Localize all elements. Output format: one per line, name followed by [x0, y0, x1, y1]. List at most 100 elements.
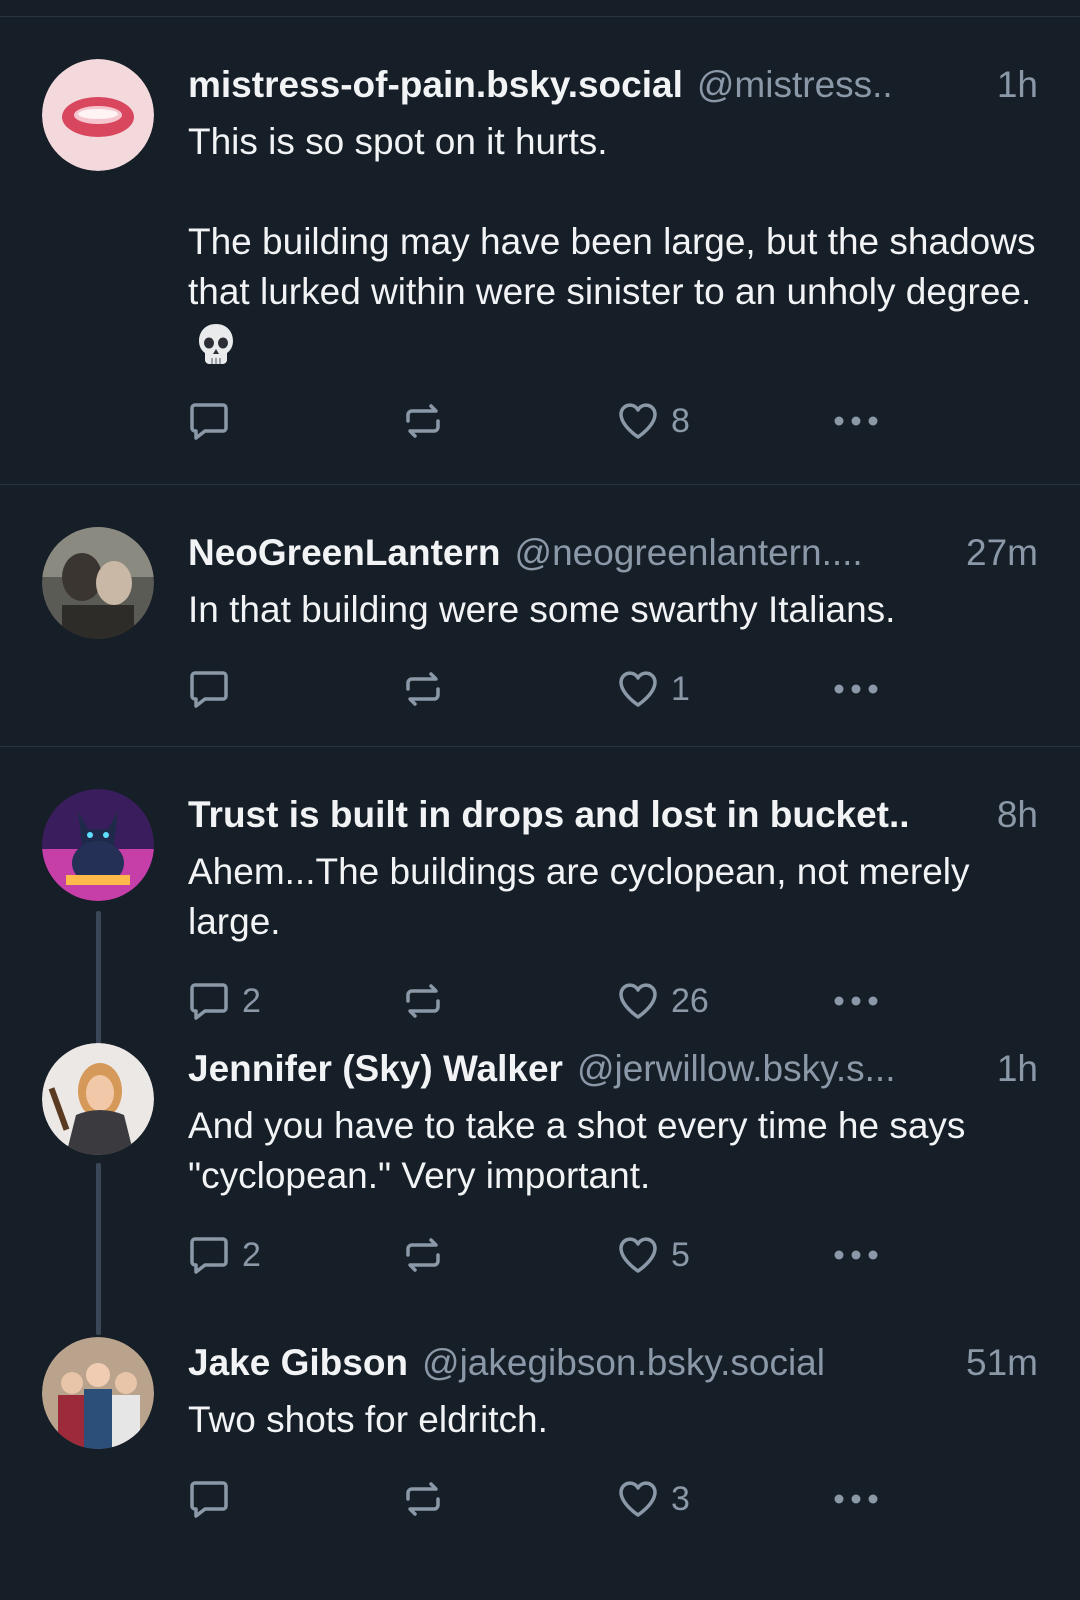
avatar-column [42, 527, 154, 746]
author-handle[interactable]: @jerwillow.bsky.s... [577, 1045, 896, 1093]
avatar-column [42, 59, 154, 484]
post-time[interactable]: 51m [956, 1339, 1038, 1387]
author-name[interactable]: Jennifer (Sky) Walker [188, 1045, 563, 1093]
heart-icon [619, 1481, 657, 1517]
reply-button[interactable] [188, 401, 402, 441]
post-actions: 2 26 [188, 971, 1038, 1031]
more-options-button[interactable] [833, 995, 893, 1007]
post[interactable]: Jake Gibson @jakegibson.bsky.social 51m … [0, 1333, 1080, 1583]
repost-icon [406, 1482, 440, 1516]
heart-icon [619, 671, 657, 707]
more-icon [834, 996, 878, 1006]
avatar[interactable] [42, 1337, 154, 1449]
post[interactable]: Trust is built in drops and lost in buck… [0, 747, 1080, 1081]
like-button[interactable]: 26 [617, 981, 833, 1021]
like-count: 1 [671, 669, 690, 708]
post-text-body: This is so spot on it hurts. The buildin… [188, 121, 1036, 312]
like-count: 5 [671, 1235, 690, 1274]
heart-icon [619, 983, 657, 1019]
repost-button[interactable] [402, 1235, 617, 1275]
reply-button[interactable]: 2 [188, 981, 402, 1021]
post-text: Two shots for eldritch. [188, 1399, 548, 1440]
post-actions: 8 [188, 391, 1038, 451]
avatar-column [42, 1043, 154, 1335]
more-options-button[interactable] [833, 1493, 893, 1505]
post-header: NeoGreenLantern @neogreenlantern.... 27m [188, 529, 1038, 577]
reply-button[interactable] [188, 669, 402, 709]
repost-button[interactable] [402, 401, 617, 441]
author-handle[interactable]: @jakegibson.bsky.social [422, 1339, 825, 1387]
author-name[interactable]: Jake Gibson [188, 1339, 408, 1387]
more-icon [834, 1250, 878, 1260]
author-name[interactable]: NeoGreenLantern [188, 529, 501, 577]
post-content: Jake Gibson @jakegibson.bsky.social 51m … [154, 1337, 1038, 1583]
post-header: Trust is built in drops and lost in buck… [188, 791, 1038, 839]
more-icon [834, 1494, 878, 1504]
avatar[interactable] [42, 789, 154, 901]
skull-emoji-icon [199, 324, 233, 365]
avatar-column [42, 789, 154, 1081]
heart-icon [619, 1237, 657, 1273]
repost-icon [406, 672, 440, 706]
top-divider [0, 0, 1080, 17]
like-count: 8 [671, 401, 690, 440]
post-header: Jake Gibson @jakegibson.bsky.social 51m [188, 1339, 1038, 1387]
heart-icon [619, 403, 657, 439]
reply-icon [190, 983, 228, 1020]
post-header: mistress-of-pain.bsky.social @mistress..… [188, 61, 1038, 109]
author-handle[interactable]: @neogreenlantern.... [515, 529, 863, 577]
post-content: mistress-of-pain.bsky.social @mistress..… [154, 59, 1038, 484]
post[interactable]: Jennifer (Sky) Walker @jerwillow.bsky.s.… [0, 1039, 1080, 1335]
post-header: Jennifer (Sky) Walker @jerwillow.bsky.s.… [188, 1045, 1038, 1093]
avatar-column [42, 1337, 154, 1583]
thread-line [96, 1163, 101, 1335]
author-name[interactable]: Trust is built in drops and lost in buck… [188, 791, 910, 839]
post-content: Trust is built in drops and lost in buck… [154, 789, 1038, 1039]
reply-count: 2 [242, 1235, 261, 1274]
like-button[interactable]: 5 [617, 1235, 833, 1275]
avatar[interactable] [42, 527, 154, 639]
post-content: NeoGreenLantern @neogreenlantern.... 27m… [154, 527, 1038, 746]
repost-icon [406, 984, 440, 1018]
post-text: This is so spot on it hurts. The buildin… [188, 117, 1038, 367]
post-time[interactable]: 8h [987, 791, 1038, 839]
post-actions: 2 5 [188, 1225, 1038, 1285]
post-time[interactable]: 1h [987, 1045, 1038, 1093]
more-options-button[interactable] [833, 683, 893, 695]
more-options-button[interactable] [833, 1249, 893, 1261]
post-actions: 1 [188, 659, 1038, 719]
post-text: And you have to take a shot every time h… [188, 1105, 976, 1196]
post-actions: 3 [188, 1469, 1038, 1529]
repost-icon [406, 404, 440, 438]
more-icon [834, 416, 878, 426]
avatar[interactable] [42, 59, 154, 171]
more-options-button[interactable] [833, 415, 893, 427]
like-button[interactable]: 1 [617, 669, 833, 709]
reply-button[interactable] [188, 1479, 402, 1519]
like-button[interactable]: 8 [617, 401, 833, 441]
author-name[interactable]: mistress-of-pain.bsky.social [188, 61, 683, 109]
post[interactable]: NeoGreenLantern @neogreenlantern.... 27m… [0, 485, 1080, 747]
author-handle[interactable]: @mistress.. [697, 61, 893, 109]
reply-icon [190, 671, 228, 708]
reply-icon [190, 403, 228, 440]
post-text: In that building were some swarthy Itali… [188, 589, 896, 630]
like-button[interactable]: 3 [617, 1479, 833, 1519]
repost-icon [406, 1238, 440, 1272]
repost-button[interactable] [402, 1479, 617, 1519]
reply-count: 2 [242, 981, 261, 1020]
post-content: Jennifer (Sky) Walker @jerwillow.bsky.s.… [154, 1043, 1038, 1333]
post-time[interactable]: 27m [956, 529, 1038, 577]
post[interactable]: mistress-of-pain.bsky.social @mistress..… [0, 17, 1080, 485]
repost-button[interactable] [402, 669, 617, 709]
reply-button[interactable]: 2 [188, 1235, 402, 1275]
like-count: 3 [671, 1479, 690, 1518]
repost-button[interactable] [402, 981, 617, 1021]
avatar[interactable] [42, 1043, 154, 1155]
reply-icon [190, 1237, 228, 1274]
reply-icon [190, 1481, 228, 1518]
post-text: Ahem...The buildings are cyclopean, not … [188, 851, 980, 942]
like-count: 26 [671, 981, 709, 1020]
more-icon [834, 684, 878, 694]
post-time[interactable]: 1h [987, 61, 1038, 109]
